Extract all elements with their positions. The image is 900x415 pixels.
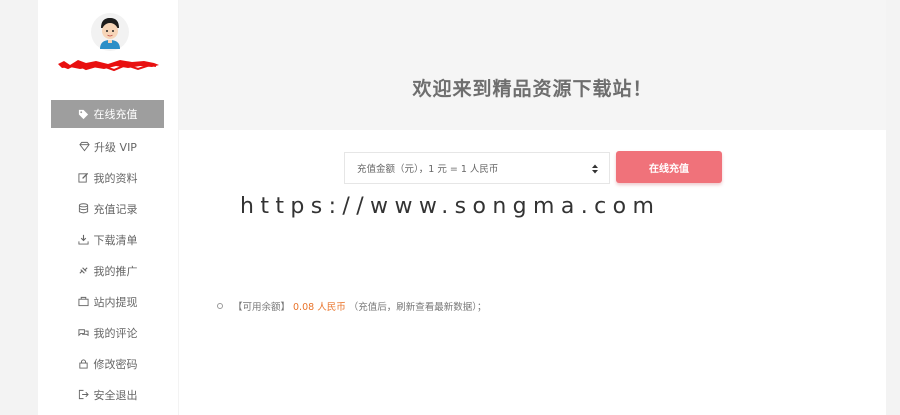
sidebar-item-label: 升级 VIP [94,140,137,154]
tag-icon [78,108,90,120]
online-recharge-button[interactable]: 在线充值 [616,151,722,183]
diamond-icon [78,141,90,153]
lock-icon [78,358,90,370]
sidebar-item-label: 安全退出 [93,388,138,402]
sidebar-item-label: 我的推广 [93,264,138,278]
sidebar-item-upgrade-vip[interactable]: 升级 VIP [51,131,164,162]
download-icon [78,234,90,246]
sidebar-item-logout[interactable]: 安全退出 [51,379,164,410]
recharge-amount-value: 充值金额（元），1 元 = 1 人民币 [357,164,499,175]
database-icon [78,203,90,215]
edit-icon [78,172,90,184]
balance-prefix: 【可用余额】 [233,302,291,313]
sign-out-icon [78,389,90,401]
bullet-icon [217,303,223,309]
balance-value: 0.08 人民币 [293,302,346,313]
sidebar-item-label: 修改密码 [93,357,138,371]
avatar-icon [91,13,129,51]
redacted-username [58,60,159,72]
sidebar: 在线充值 升级 VIP 我的资料 充值记录 下载清单 我的推广 站内提现 我的评… [38,0,178,415]
sidebar-item-label: 我的资料 [93,171,138,185]
sidebar-menu: 在线充值 升级 VIP 我的资料 充值记录 下载清单 我的推广 站内提现 我的评… [51,100,164,410]
balance-info: 【可用余额】 0.08 人民币 （充值后，刷新查看最新数据）； [217,299,486,313]
wallet-icon [78,296,90,308]
sidebar-item-promotion[interactable]: 我的推广 [51,255,164,286]
sidebar-item-recharge[interactable]: 在线充值 [51,100,164,128]
sidebar-item-download-list[interactable]: 下载清单 [51,224,164,255]
sidebar-item-comments[interactable]: 我的评论 [51,317,164,348]
comments-icon [78,327,90,339]
select-arrows-icon [592,164,598,174]
page-title: 欢迎来到精品资源下载站！ [412,77,653,100]
sidebar-item-label: 站内提现 [93,295,138,309]
share-icon [78,265,90,277]
sidebar-item-withdraw[interactable]: 站内提现 [51,286,164,317]
balance-suffix: （充值后，刷新查看最新数据）； [348,302,487,313]
sidebar-item-change-password[interactable]: 修改密码 [51,348,164,379]
watermark-text: https://www.songma.com [240,194,661,219]
sidebar-item-label: 我的评论 [93,326,138,340]
sidebar-item-label: 下载清单 [93,233,138,247]
welcome-banner: 欢迎来到精品资源下载站！ [179,0,886,130]
sidebar-item-profile[interactable]: 我的资料 [51,162,164,193]
sidebar-item-label: 在线充值 [93,108,138,121]
sidebar-item-recharge-records[interactable]: 充值记录 [51,193,164,224]
recharge-amount-select[interactable]: 充值金额（元），1 元 = 1 人民币 [344,152,610,184]
avatar[interactable] [91,13,129,51]
sidebar-item-label: 充值记录 [93,202,138,216]
